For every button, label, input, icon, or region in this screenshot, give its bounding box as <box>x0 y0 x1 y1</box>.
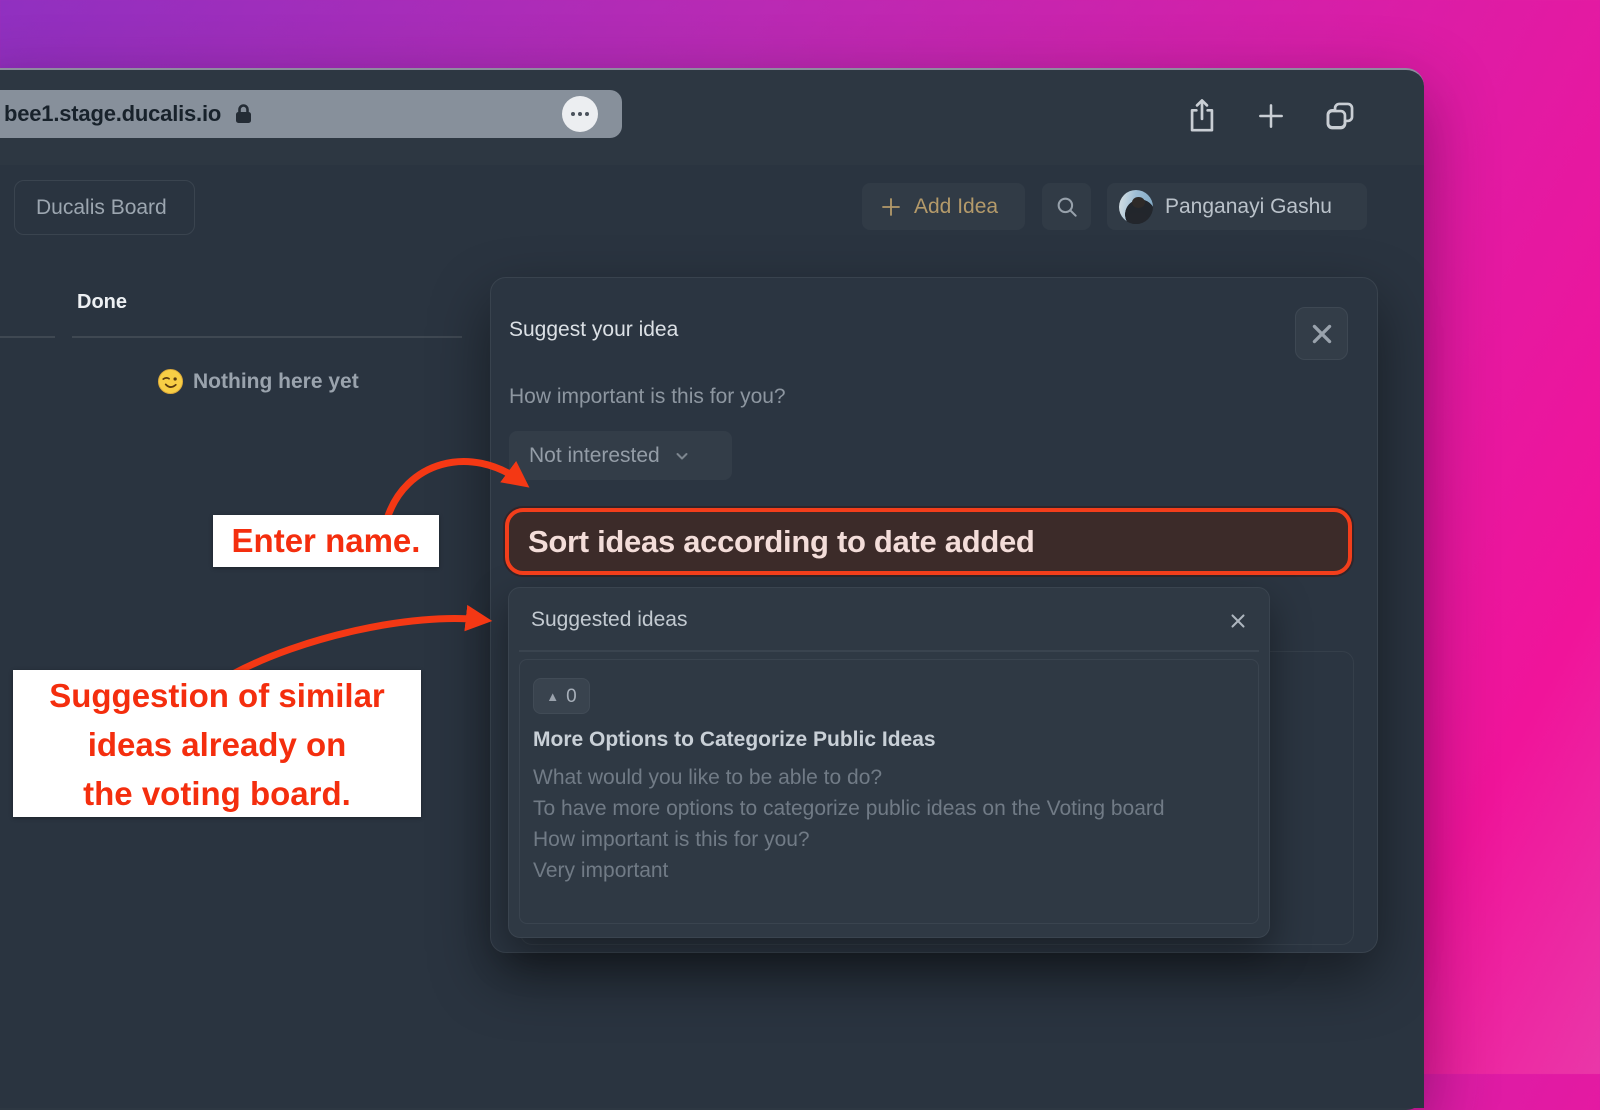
vote-badge[interactable]: ▲ 0 <box>533 678 590 714</box>
modal-title: Suggest your idea <box>509 318 678 342</box>
importance-dropdown[interactable]: Not interested <box>509 431 732 480</box>
annotation-similar-line: ideas already on <box>13 720 421 769</box>
url-text: bee1.stage.ducalis.io <box>4 101 221 127</box>
divider <box>519 650 1259 652</box>
suggested-idea-body-line: Very important <box>533 855 1228 886</box>
modal-close-button[interactable] <box>1295 307 1348 360</box>
empty-state-label: Nothing here yet <box>193 370 359 394</box>
search-button[interactable] <box>1042 183 1091 230</box>
user-avatar <box>1119 190 1153 224</box>
browser-toolbar <box>1185 94 1385 138</box>
vote-count: 0 <box>566 687 577 706</box>
suggested-idea-body-line: To have more options to categorize publi… <box>533 793 1228 824</box>
annotation-similar-line: the voting board. <box>13 769 421 818</box>
winking-face-emoji <box>157 368 184 395</box>
column-title-done: Done <box>77 291 127 314</box>
suggested-idea-title: More Options to Categorize Public Ideas <box>533 728 1233 752</box>
lock-icon <box>233 102 254 126</box>
plus-icon <box>879 195 903 219</box>
desktop-background: bee1.stage.ducalis.io <box>0 0 1600 1074</box>
close-icon <box>1227 610 1249 632</box>
add-idea-label: Add Idea <box>914 195 998 219</box>
close-icon <box>1309 321 1335 347</box>
new-tab-plus-icon[interactable] <box>1255 100 1287 132</box>
share-icon[interactable] <box>1185 96 1219 136</box>
user-name-label: Panganayi Gashu <box>1165 195 1332 219</box>
suggested-ideas-close-button[interactable] <box>1226 609 1250 633</box>
search-icon <box>1054 194 1080 220</box>
url-bar[interactable]: bee1.stage.ducalis.io <box>0 90 622 138</box>
importance-question-label: How important is this for you? <box>509 385 786 409</box>
annotation-similar-line: Suggestion of similar <box>13 671 421 720</box>
tab-overview-icon[interactable] <box>1323 99 1357 133</box>
annotation-similar-ideas: Suggestion of similar ideas already on t… <box>13 670 421 817</box>
board-name-label: Ducalis Board <box>36 196 167 220</box>
chevron-down-icon <box>674 448 690 464</box>
suggested-ideas-panel: Suggested ideas ▲ 0 More Options to Cate… <box>508 587 1270 938</box>
idea-name-input[interactable]: Sort ideas according to date added <box>505 508 1352 575</box>
add-idea-button[interactable]: Add Idea <box>862 183 1025 230</box>
suggested-idea-card[interactable]: ▲ 0 More Options to Categorize Public Id… <box>519 659 1259 924</box>
board-name-button[interactable]: Ducalis Board <box>14 180 195 235</box>
column-divider <box>72 336 462 338</box>
annotation-enter-name: Enter name. <box>213 515 439 567</box>
suggested-ideas-title: Suggested ideas <box>531 608 687 632</box>
suggested-idea-body-line: What would you like to be able to do? <box>533 762 1228 793</box>
user-menu-button[interactable]: Panganayi Gashu <box>1107 183 1367 230</box>
empty-state: Nothing here yet <box>157 368 359 395</box>
column-divider <box>0 336 55 338</box>
idea-name-value: Sort ideas according to date added <box>528 524 1035 560</box>
suggested-idea-body-line: How important is this for you? <box>533 824 1228 855</box>
url-more-options-icon[interactable] <box>562 96 598 132</box>
importance-dropdown-value: Not interested <box>529 444 660 468</box>
suggested-idea-body: What would you like to be able to do? To… <box>533 762 1228 886</box>
upvote-triangle-icon: ▲ <box>546 690 559 703</box>
